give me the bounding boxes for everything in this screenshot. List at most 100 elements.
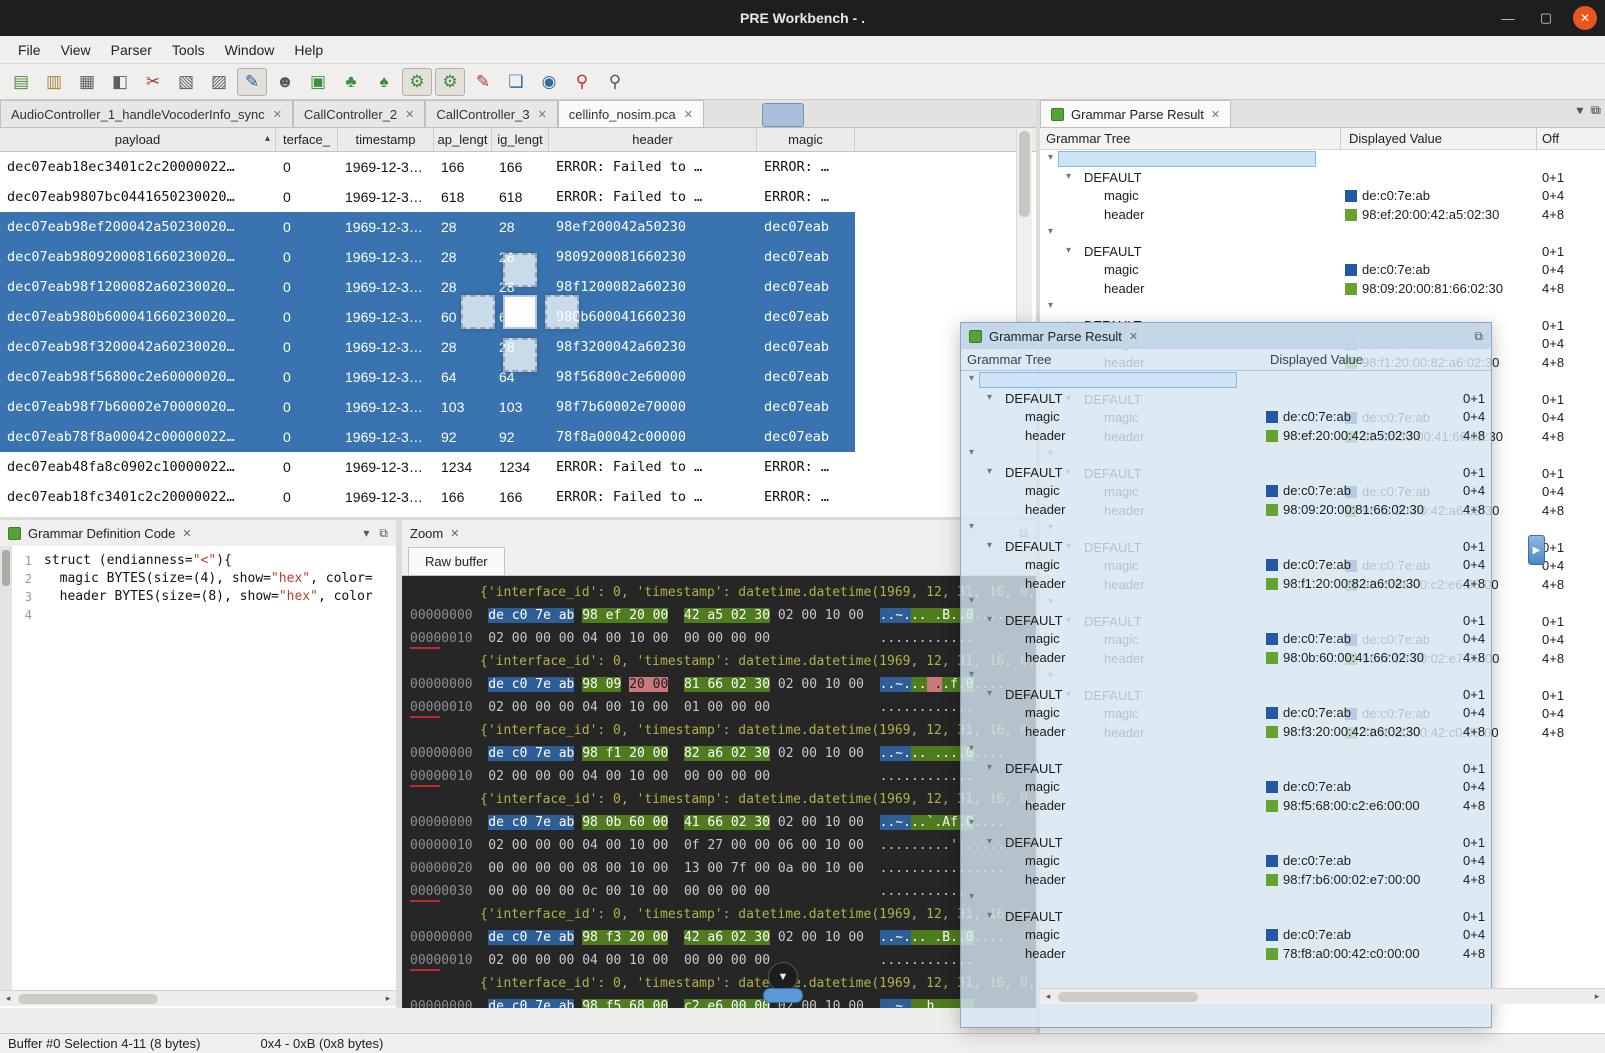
pin-button[interactable]: ⚲: [567, 68, 597, 96]
tree-group-row[interactable]: ▾DEFAULT0+1: [961, 834, 1491, 853]
table-row[interactable]: dec07eab18fc3401c2c20000022…01969-12-3…1…: [0, 482, 855, 512]
tree-field-row[interactable]: magicde:c0:7e:ab0+4: [961, 408, 1491, 427]
hex-dump-view[interactable]: {'interface_id': 0, 'timestamp': datetim…: [402, 576, 1036, 1008]
floating-window-title-bar[interactable]: Grammar Parse Result ✕ ⧉: [961, 323, 1491, 349]
tree-field-row[interactable]: header98:09:20:00:81:66:02:304+8: [961, 501, 1491, 520]
tree-element-row[interactable]: ▾: [961, 889, 1491, 908]
inspector-button[interactable]: ◉: [534, 68, 564, 96]
expander-icon[interactable]: ▾: [987, 466, 992, 477]
run-parser-button[interactable]: ♠: [369, 68, 399, 96]
detach-tab-icon[interactable]: ⧉: [1590, 103, 1599, 118]
tree-field-row[interactable]: magicde:c0:7e:ab0+4: [1040, 187, 1605, 206]
expander-icon[interactable]: ▾: [969, 669, 974, 680]
table-row[interactable]: dec07eab98ef200042a50230020…01969-12-3…2…: [0, 212, 855, 242]
table-row[interactable]: dec07eab9809200081660230020…01969-12-3…2…: [0, 242, 855, 272]
dock-target-center[interactable]: [503, 295, 537, 329]
table-row[interactable]: dec07eab48fa8c0902c10000022…01969-12-3…1…: [0, 452, 855, 482]
scroll-left-icon[interactable]: ◂: [1040, 991, 1056, 1002]
tree-group-row[interactable]: ▾DEFAULT0+1: [961, 464, 1491, 483]
tab-cellinfo_nosim.pca[interactable]: cellinfo_nosim.pca✕: [558, 100, 704, 127]
code-editor[interactable]: 1struct (endianness="<"){2 magic BYTES(s…: [12, 552, 396, 624]
table-row[interactable]: dec07eab98f7b60002e70000020…01969-12-3…1…: [0, 392, 855, 422]
table-row[interactable]: dec07eab980b600041660230020…01969-12-3…6…: [0, 302, 855, 332]
column-header-ap_lengt[interactable]: ap_lengt: [434, 128, 492, 151]
hex-line[interactable]: 00000000 de c0 7e ab 98 f1 20 00 82 a6 0…: [410, 742, 1036, 765]
table-row[interactable]: dec07eab78f8a00042c00000022…01969-12-3…9…: [0, 422, 855, 452]
code-line[interactable]: 1struct (endianness="<"){: [12, 552, 396, 570]
tree-element-row[interactable]: ▾: [961, 371, 1491, 390]
column-header-payload[interactable]: payload▴: [0, 128, 276, 151]
close-button[interactable]: ✕: [1573, 6, 1597, 30]
hex-line[interactable]: 00000000 de c0 7e ab 98 f3 20 00 42 a6 0…: [410, 926, 1036, 949]
parse-panel-hscrollbar[interactable]: ◂ ▸: [1040, 988, 1605, 1004]
tree-field-row[interactable]: header98:f3:20:00:42:a6:02:304+8: [961, 723, 1491, 742]
tree-element-row[interactable]: ▾: [1040, 224, 1605, 243]
tree-field-row[interactable]: header98:f1:20:00:82:a6:02:304+8: [961, 575, 1491, 594]
close-tab-icon[interactable]: ✕: [273, 108, 282, 121]
expander-icon[interactable]: ▾: [1048, 152, 1053, 163]
grammar-tree-button[interactable]: ♣: [336, 68, 366, 96]
dock-target-right[interactable]: [545, 295, 579, 329]
panel-float-icon[interactable]: ⧉: [1474, 329, 1483, 344]
tab-raw-buffer[interactable]: Raw buffer: [408, 547, 505, 575]
cut-button[interactable]: ✂: [138, 68, 168, 96]
hex-line[interactable]: 00000000 de c0 7e ab 98 09 20 00 81 66 0…: [410, 673, 1036, 696]
code-scroll-strip[interactable]: [0, 546, 12, 992]
close-window-icon[interactable]: ✕: [1129, 330, 1138, 343]
table-row[interactable]: dec07eab9807bc0441650230020…01969-12-3…6…: [0, 182, 855, 212]
scrollbar-thumb[interactable]: [2, 550, 10, 586]
table-row[interactable]: dec07eab98f1200082a60230020…01969-12-3…2…: [0, 272, 855, 302]
menu-item-help[interactable]: Help: [284, 39, 333, 61]
tree-element-row[interactable]: ▾: [961, 667, 1491, 686]
menu-item-window[interactable]: Window: [215, 39, 285, 61]
scroll-right-button[interactable]: ▶: [1528, 535, 1545, 565]
tree-group-row[interactable]: ▾DEFAULT0+1: [961, 612, 1491, 631]
selected-tree-item[interactable]: [979, 372, 1237, 388]
tab-list-dropdown-icon[interactable]: ▾: [1576, 103, 1582, 118]
expander-icon[interactable]: ▾: [987, 688, 992, 699]
tree-group-row[interactable]: ▾DEFAULT0+1: [1040, 243, 1605, 262]
scrollbar-thumb[interactable]: [1019, 131, 1030, 217]
code-line[interactable]: 3 header BYTES(size=(8), show="hex", col…: [12, 588, 396, 606]
expander-icon[interactable]: ▾: [969, 373, 974, 384]
close-panel-icon[interactable]: ✕: [450, 527, 459, 540]
tree-field-row[interactable]: magicde:c0:7e:ab0+4: [961, 630, 1491, 649]
copy-button[interactable]: ▧: [171, 68, 201, 96]
expander-icon[interactable]: ▾: [987, 614, 992, 625]
menu-item-tools[interactable]: Tools: [162, 39, 215, 61]
expander-icon[interactable]: ▾: [969, 743, 974, 754]
tab-grammar-parse-result[interactable]: Grammar Parse Result ✕: [1040, 100, 1231, 127]
hex-line[interactable]: 00000010 02 00 00 00 04 00 10 00 01 00 0…: [410, 696, 1036, 719]
scrollbar-track[interactable]: [1056, 989, 1589, 1004]
tree-field-row[interactable]: header98:09:20:00:81:66:02:304+8: [1040, 280, 1605, 299]
column-header-header[interactable]: header: [549, 128, 757, 151]
expander-icon[interactable]: ▾: [969, 817, 974, 828]
close-panel-icon[interactable]: ✕: [182, 527, 191, 540]
scrollbar-track[interactable]: [16, 991, 380, 1006]
expander-icon[interactable]: ▾: [1048, 226, 1053, 237]
tree-element-row[interactable]: ▾: [961, 815, 1491, 834]
column-header-displayed-value[interactable]: Displayed Value: [1349, 131, 1442, 146]
parse-result-toggle[interactable]: ⚙: [402, 68, 432, 96]
code-line[interactable]: 4: [12, 606, 396, 624]
table-row[interactable]: dec07eab98f56800c2e60000020…01969-12-3…6…: [0, 362, 855, 392]
tree-field-row[interactable]: magicde:c0:7e:ab0+4: [961, 556, 1491, 575]
table-row[interactable]: dec07eab98f3200042a60230020…01969-12-3…2…: [0, 332, 855, 362]
tree-group-row[interactable]: ▾DEFAULT0+1: [961, 538, 1491, 557]
tree-element-row[interactable]: ▾: [1040, 298, 1605, 317]
tree-group-row[interactable]: ▾DEFAULT0+1: [961, 760, 1491, 779]
menu-item-parser[interactable]: Parser: [101, 39, 162, 61]
search-button[interactable]: ⚲: [600, 68, 630, 96]
zoom-hscrollbar-thumb[interactable]: [763, 988, 803, 1003]
expander-icon[interactable]: ▾: [987, 762, 992, 773]
expander-icon[interactable]: ▾: [969, 891, 974, 902]
expander-icon[interactable]: ▾: [1048, 300, 1053, 311]
tree-field-row[interactable]: header78:f8:a0:00:42:c0:00:004+8: [961, 945, 1491, 964]
tree-group-row[interactable]: ▾DEFAULT0+1: [1040, 169, 1605, 188]
hex-line[interactable]: 00000020 00 00 00 00 08 00 10 00 13 00 7…: [410, 857, 1036, 880]
table-row[interactable]: dec07eab18ec3401c2c20000022…01969-12-3…1…: [0, 152, 855, 182]
menu-item-view[interactable]: View: [51, 39, 101, 61]
tree-element-row[interactable]: ▾: [961, 741, 1491, 760]
scroll-right-icon[interactable]: ▸: [380, 993, 396, 1004]
panel-dropdown-icon[interactable]: ▾: [363, 526, 369, 541]
